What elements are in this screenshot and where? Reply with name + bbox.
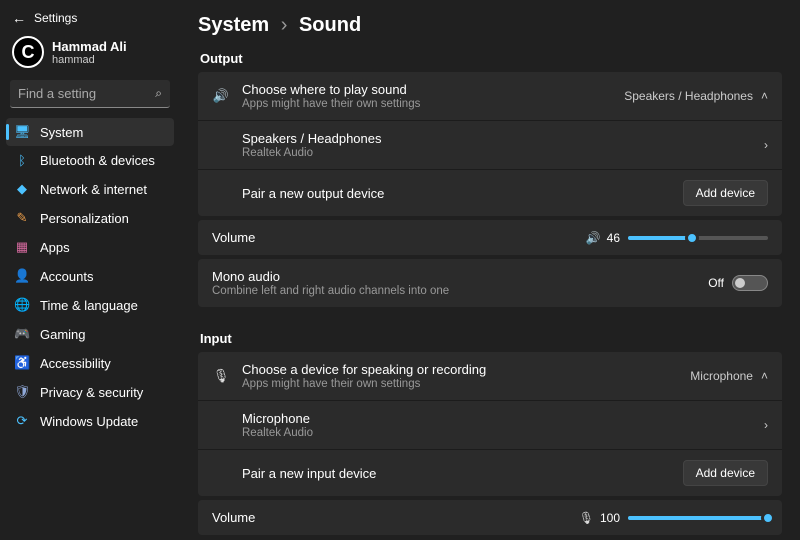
sidebar-item-accounts[interactable]: 👤 Accounts [6,262,174,290]
output-device-row[interactable]: Speakers / Headphones Realtek Audio › [198,121,782,170]
input-volume-slider[interactable] [628,516,768,520]
back-button[interactable]: ← [12,10,26,26]
input-card: 🎙 Choose a device for speaking or record… [198,352,782,496]
accounts-icon: 👤 [14,268,30,284]
chevron-right-icon: › [764,418,768,432]
sidebar-item-label: Privacy & security [40,385,143,400]
input-section-label: Input [200,331,782,346]
sidebar: ← Settings C Hammad Ali hammad ⌕ 🖥 System… [0,0,180,540]
input-choose-sub: Apps might have their own settings [242,378,690,390]
bluetooth-icon: ᛒ [14,153,30,168]
profile-block[interactable]: C Hammad Ali hammad [6,36,174,80]
sidebar-item-windows-update[interactable]: ⟳ Windows Update [6,407,174,435]
sidebar-item-bluetooth[interactable]: ᛒ Bluetooth & devices [6,147,174,174]
output-card: 🔊 Choose where to play sound Apps might … [198,72,782,216]
sidebar-item-apps[interactable]: ▦ Apps [6,233,174,261]
sidebar-item-gaming[interactable]: 🎮 Gaming [6,320,174,348]
profile-email: hammad [52,54,127,66]
mono-title: Mono audio [212,269,708,284]
sidebar-nav: 🖥 System ᛒ Bluetooth & devices ◆ Network & … [6,118,174,435]
breadcrumb-parent[interactable]: System [198,14,269,36]
sidebar-item-label: System [40,125,83,140]
network-icon: ◆ [14,181,30,197]
input-device-title: Microphone [242,411,764,426]
output-pair-row: Pair a new output device Add device [198,170,782,216]
sidebar-item-personalization[interactable]: ✎ Personalization [6,204,174,232]
shield-icon: 🛡 [14,384,30,400]
output-section-label: Output [200,51,782,66]
output-choose-title: Choose where to play sound [242,82,624,97]
profile-name: Hammad Ali [52,39,127,54]
output-choose-sub: Apps might have their own settings [242,98,624,110]
mono-toggle[interactable] [732,275,768,291]
input-device-row[interactable]: Microphone Realtek Audio › [198,401,782,450]
sidebar-item-network[interactable]: ◆ Network & internet [6,175,174,203]
update-icon: ⟳ [14,413,30,429]
output-volume-value: 46 [607,231,620,245]
mono-audio-row: Mono audio Combine left and right audio … [198,259,782,307]
input-choose-value: Microphone [690,369,753,383]
input-pair-row: Pair a new input device Add device [198,450,782,496]
speaker-icon: 🔊 [212,88,230,104]
chevron-right-icon: › [764,138,768,152]
input-volume-value: 100 [600,511,620,525]
sidebar-item-time-language[interactable]: 🌐 Time & language [6,291,174,319]
microphone-icon: 🎙 [212,368,230,384]
output-choose-row[interactable]: 🔊 Choose where to play sound Apps might … [198,72,782,121]
output-device-title: Speakers / Headphones [242,131,764,146]
sidebar-item-privacy[interactable]: 🛡 Privacy & security [6,378,174,406]
sidebar-item-label: Time & language [40,298,138,313]
input-choose-row[interactable]: 🎙 Choose a device for speaking or record… [198,352,782,401]
output-volume-label: Volume [212,230,586,245]
add-input-device-button[interactable]: Add device [683,460,768,486]
breadcrumb-separator: › [281,14,288,36]
sidebar-item-label: Apps [40,240,70,255]
chevron-up-icon: ˄ [761,369,768,383]
avatar: C [12,36,44,68]
output-volume-slider[interactable] [628,236,768,240]
sidebar-item-label: Network & internet [40,182,147,197]
apps-icon: ▦ [14,239,30,255]
output-pair-title: Pair a new output device [242,186,683,201]
main-content: System › Sound Output 🔊 Choose where to … [180,0,800,540]
sidebar-item-label: Accounts [40,269,93,284]
breadcrumb-current: Sound [299,14,361,36]
speaker-icon[interactable]: 🔊 [586,231,601,245]
search-input[interactable] [10,80,170,108]
breadcrumb: System › Sound [198,14,782,37]
output-choose-value: Speakers / Headphones [624,89,753,103]
input-pair-title: Pair a new input device [242,466,683,481]
sidebar-item-label: Accessibility [40,356,111,371]
search-icon: ⌕ [155,86,162,101]
chevron-up-icon: ˄ [761,89,768,103]
add-output-device-button[interactable]: Add device [683,180,768,206]
sidebar-item-accessibility[interactable]: ♿ Accessibility [6,349,174,377]
input-device-sub: Realtek Audio [242,427,764,439]
sidebar-item-label: Gaming [40,327,86,342]
sidebar-item-system[interactable]: 🖥 System [6,118,174,146]
output-device-sub: Realtek Audio [242,147,764,159]
sidebar-item-label: Bluetooth & devices [40,153,155,168]
mono-state: Off [708,276,724,290]
gaming-icon: 🎮 [14,326,30,342]
sidebar-item-label: Personalization [40,211,129,226]
time-icon: 🌐 [14,297,30,313]
accessibility-icon: ♿ [14,355,30,371]
microphone-icon[interactable]: 🎙 [579,511,594,525]
output-volume-row: Volume 🔊 46 [198,220,782,255]
input-volume-label: Volume [212,510,579,525]
input-volume-row: Volume 🎙 100 [198,500,782,535]
personalization-icon: ✎ [14,210,30,226]
system-icon: 🖥 [14,124,30,140]
mono-sub: Combine left and right audio channels in… [212,285,708,297]
window-title: Settings [34,11,77,25]
sidebar-item-label: Windows Update [40,414,138,429]
input-choose-title: Choose a device for speaking or recordin… [242,362,690,377]
